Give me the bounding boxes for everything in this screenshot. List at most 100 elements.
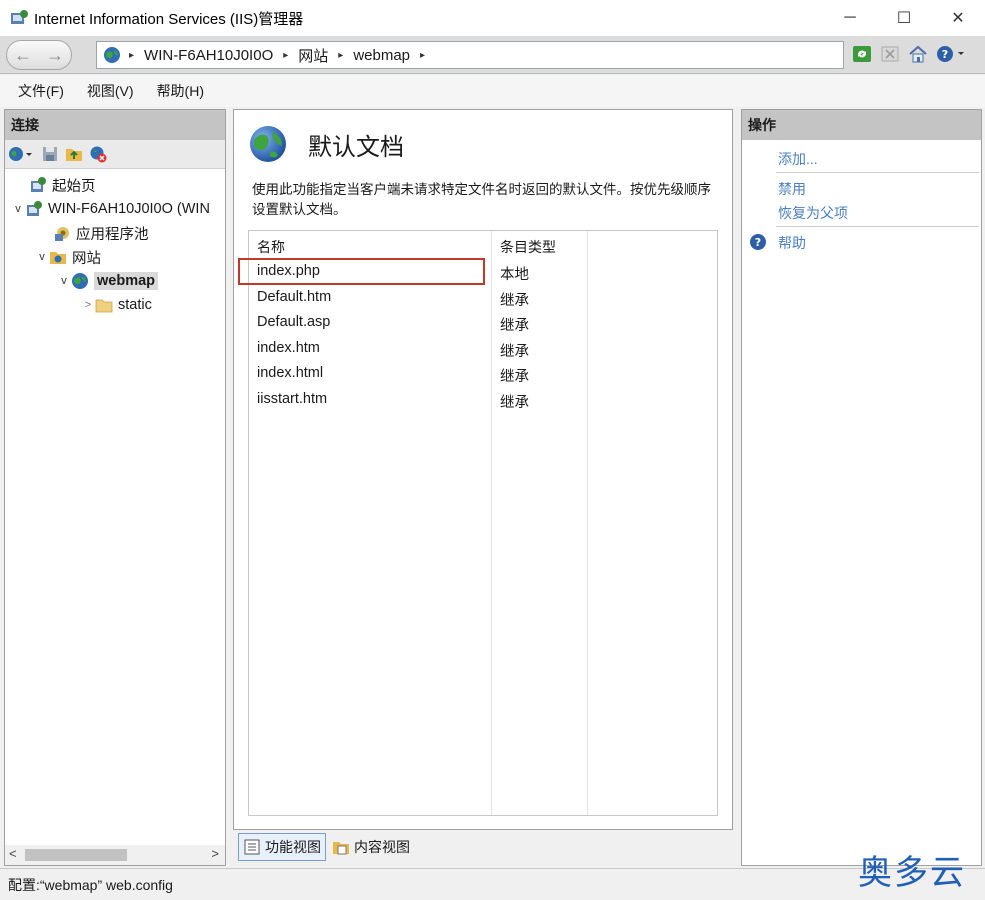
connect-globe-icon[interactable] [7,145,35,163]
tree-item-sites[interactable]: v 网站 [5,245,225,269]
page-title: 默认文档 [308,133,404,161]
highlight-annotation-box [238,258,485,285]
action-divider [776,172,979,173]
menu-view[interactable]: 视图(V) [87,81,134,101]
disconnect-icon[interactable] [89,145,107,163]
feature-header: 默认文档 [248,124,404,164]
scroll-right-button[interactable]: > [211,846,219,861]
breadcrumb-separator: ▸ [283,49,289,61]
scroll-left-button[interactable]: < [9,846,17,861]
tree-item-server[interactable]: v WIN-F6AH10J0I0O (WIN [5,197,225,221]
globe-icon [104,47,120,63]
view-tabs: 功能视图 内容视图 [238,833,414,861]
breadcrumb-separator: ▸ [420,49,426,61]
stop-icon[interactable] [880,44,900,64]
scrollbar-thumb[interactable] [25,849,127,861]
breadcrumb-sites[interactable]: 网站 [298,45,328,66]
connections-panel: 连接 起始页 v WIN-F6AH10J0I0O (WIN 应用程序池 v 网站… [4,109,226,866]
up-folder-icon[interactable] [65,145,83,163]
connections-tree: 起始页 v WIN-F6AH10J0I0O (WIN 应用程序池 v 网站 v [5,169,225,317]
action-add[interactable]: 添加... [778,149,818,169]
row-type: 继承 [500,369,529,385]
sites-folder-icon [49,248,67,266]
breadcrumb-separator: ▸ [338,49,344,61]
row-name: Default.asp [257,314,331,330]
tree-label: 应用程序池 [76,226,149,243]
list-header: 名称 条目类型 [249,231,717,259]
server-icon [25,200,43,218]
watermark-logo: 奥多云 [858,853,966,893]
tree-label: WIN-F6AH10J0I0O (WIN [48,201,210,217]
row-name: iisstart.htm [257,391,328,407]
help-dropdown-icon[interactable]: ? [936,44,966,64]
table-row[interactable]: index.html 继承 [249,362,717,387]
toolbar-icons: ? [852,44,966,64]
save-icon[interactable] [41,145,59,163]
refresh-icon[interactable] [852,44,872,64]
breadcrumb-webmap[interactable]: webmap [353,47,410,64]
chevron-down-icon[interactable]: v [35,251,49,263]
chevron-down-icon[interactable]: v [57,275,71,287]
globe-icon [250,126,286,162]
menu-bar: 文件(F) 视图(V) 帮助(H) [0,75,985,107]
menu-file[interactable]: 文件(F) [18,81,64,101]
svg-text:?: ? [942,48,948,61]
table-row[interactable]: Default.asp 继承 [249,311,717,336]
address-bar[interactable]: ▸ WIN-F6AH10J0I0O ▸ 网站 ▸ webmap ▸ [96,41,844,69]
window-controls: ─ ☐ ✕ [823,0,985,36]
connections-toolbar [5,140,225,169]
feature-panel: 默认文档 使用此功能指定当客户端未请求特定文件名时返回的默认文件。按优先级顺序设… [233,109,733,830]
breadcrumb-server[interactable]: WIN-F6AH10J0I0O [144,47,273,64]
iis-app-icon [11,10,28,24]
tree-item-start-page[interactable]: 起始页 [5,173,225,197]
action-disable[interactable]: 禁用 [778,179,806,199]
breadcrumb-separator: ▸ [129,49,135,61]
column-header-type[interactable]: 条目类型 [500,237,556,257]
folder-icon [95,296,113,314]
start-page-icon [29,176,47,194]
chevron-right-icon[interactable]: > [81,299,95,311]
table-row[interactable]: index.htm 继承 [249,337,717,362]
actions-panel: 操作 添加... 禁用 恢复为父项 ? 帮助 [741,109,982,866]
menu-help[interactable]: 帮助(H) [157,81,204,101]
default-documents-list: 名称 条目类型 index.php 本地 Default.htm 继承 Defa… [248,230,718,816]
column-header-name[interactable]: 名称 [257,237,285,257]
action-divider [776,226,979,227]
tab-content-view[interactable]: 内容视图 [328,833,414,861]
features-view-icon [244,839,260,855]
table-row[interactable]: iisstart.htm 继承 [249,388,717,413]
row-name: index.htm [257,340,320,356]
title-bar: Internet Information Services (IIS)管理器 ─… [0,0,985,36]
home-icon[interactable] [908,44,928,64]
svg-text:?: ? [755,236,761,249]
tree-item-static[interactable]: > static [5,293,225,317]
horizontal-scrollbar[interactable]: < > [5,845,225,865]
chevron-down-icon[interactable]: v [11,203,25,215]
action-revert-to-parent[interactable]: 恢复为父项 [778,203,848,223]
maximize-button[interactable]: ☐ [877,0,931,36]
forward-button[interactable]: → [46,45,64,66]
row-type: 继承 [500,318,529,334]
feature-description: 使用此功能指定当客户端未请求特定文件名时返回的默认文件。按优先级顺序设置默认文档… [252,182,711,217]
tree-label: 起始页 [52,178,96,195]
tab-label: 功能视图 [265,839,321,855]
close-button[interactable]: ✕ [931,0,985,36]
status-text: 配置:“webmap” web.config [8,876,173,893]
row-name: Default.htm [257,289,332,305]
back-button[interactable]: ← [14,45,32,66]
status-bar: 配置:“webmap” web.config [0,868,985,900]
tab-label: 内容视图 [354,839,410,855]
row-type: 继承 [500,344,529,360]
tree-label: static [118,297,152,313]
actions-header: 操作 [742,110,981,140]
tab-features-view[interactable]: 功能视图 [238,833,326,861]
tree-label: webmap [94,272,159,290]
minimize-button[interactable]: ─ [823,0,877,36]
tree-item-webmap[interactable]: v webmap [5,269,225,293]
connections-header: 连接 [5,110,225,140]
address-toolbar: ← → ▸ WIN-F6AH10J0I0O ▸ 网站 ▸ webmap ▸ ? [0,36,985,74]
table-row[interactable]: Default.htm 继承 [249,286,717,311]
globe-icon [71,272,89,290]
action-help[interactable]: 帮助 [778,233,806,253]
tree-item-app-pools[interactable]: 应用程序池 [5,221,225,245]
